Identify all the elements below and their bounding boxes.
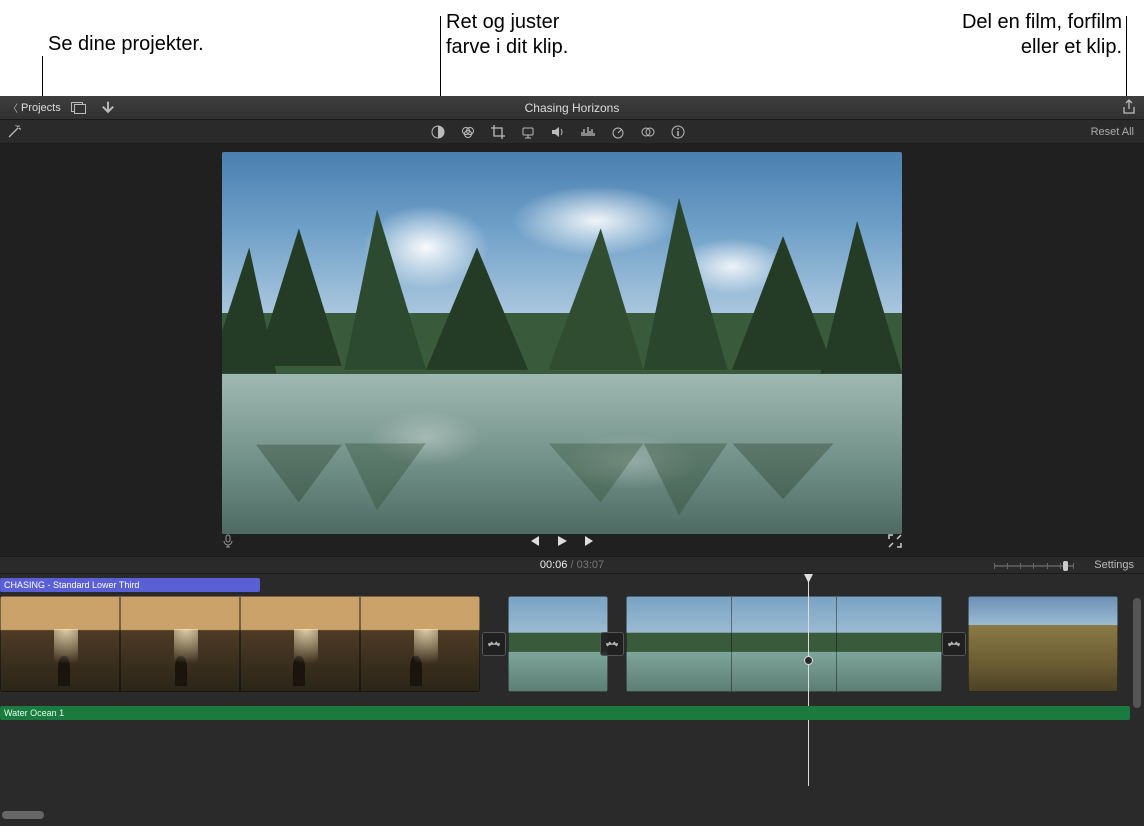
timecode-separator: / [567, 559, 576, 571]
info-button[interactable] [670, 124, 686, 140]
volume-button[interactable] [550, 124, 566, 140]
enhance-wand-button[interactable] [6, 124, 22, 143]
playhead[interactable] [808, 574, 809, 786]
horizontal-scrollbar[interactable] [0, 810, 1144, 820]
transition-3[interactable] [942, 632, 966, 656]
main-toolbar: 〈 Projects Chasing Horizons [0, 96, 1144, 120]
transport-controls [222, 534, 902, 550]
share-button[interactable] [1122, 99, 1136, 118]
callout-color: Ret og juster farve i dit klip. [446, 10, 568, 60]
timecode-duration: 03:07 [577, 559, 605, 571]
adjust-toolbar: Reset All [0, 120, 1144, 144]
title-clip[interactable]: CHASING - Standard Lower Third [0, 578, 260, 592]
callout-share: Del en film, forfilm eller et klip. [962, 10, 1122, 60]
zoom-slider-knob[interactable] [1063, 561, 1068, 571]
video-clip-2[interactable] [508, 596, 608, 692]
speed-button[interactable] [610, 124, 626, 140]
callout-projects: Se dine projekter. [48, 32, 204, 57]
preview-canvas[interactable] [222, 152, 902, 534]
stabilization-button[interactable] [520, 124, 536, 140]
play-button[interactable] [555, 534, 569, 551]
audio-clip-label: Water Ocean 1 [4, 706, 64, 720]
color-correction-button[interactable] [460, 124, 476, 140]
fullscreen-button[interactable] [888, 534, 902, 551]
prev-frame-button[interactable] [527, 534, 541, 551]
timecode-current: 00:06 [540, 559, 568, 571]
noise-reduction-button[interactable] [580, 124, 596, 140]
timeline-panel[interactable]: CHASING - Standard Lower Third [0, 574, 1144, 826]
video-clip-4[interactable] [968, 596, 1118, 692]
viewer-panel [0, 144, 1144, 556]
app-window: 〈 Projects Chasing Horizons [0, 96, 1144, 806]
audio-clip[interactable] [0, 706, 1130, 720]
filmstrip [0, 596, 1130, 692]
next-frame-button[interactable] [583, 534, 597, 551]
project-title: Chasing Horizons [0, 101, 1144, 115]
voiceover-record-button[interactable] [222, 534, 234, 551]
video-clip-1[interactable] [0, 596, 480, 692]
vertical-scrollbar[interactable] [1132, 596, 1142, 806]
callout-line [42, 56, 43, 98]
clip-filter-button[interactable] [640, 124, 656, 140]
color-balance-button[interactable] [430, 124, 446, 140]
transition-1[interactable] [482, 632, 506, 656]
timeline-zoom-slider[interactable] [994, 562, 1074, 570]
timecode-display: 00:06 / 03:07 [540, 559, 604, 571]
video-clip-3[interactable] [626, 596, 942, 692]
reset-all-button[interactable]: Reset All [1091, 126, 1134, 138]
transition-2[interactable] [600, 632, 624, 656]
preview-frame [222, 152, 902, 534]
timeline-header: 00:06 / 03:07 Settings [0, 556, 1144, 574]
crop-button[interactable] [490, 124, 506, 140]
timeline-settings-button[interactable]: Settings [1094, 559, 1134, 571]
callout-line [1126, 16, 1127, 98]
